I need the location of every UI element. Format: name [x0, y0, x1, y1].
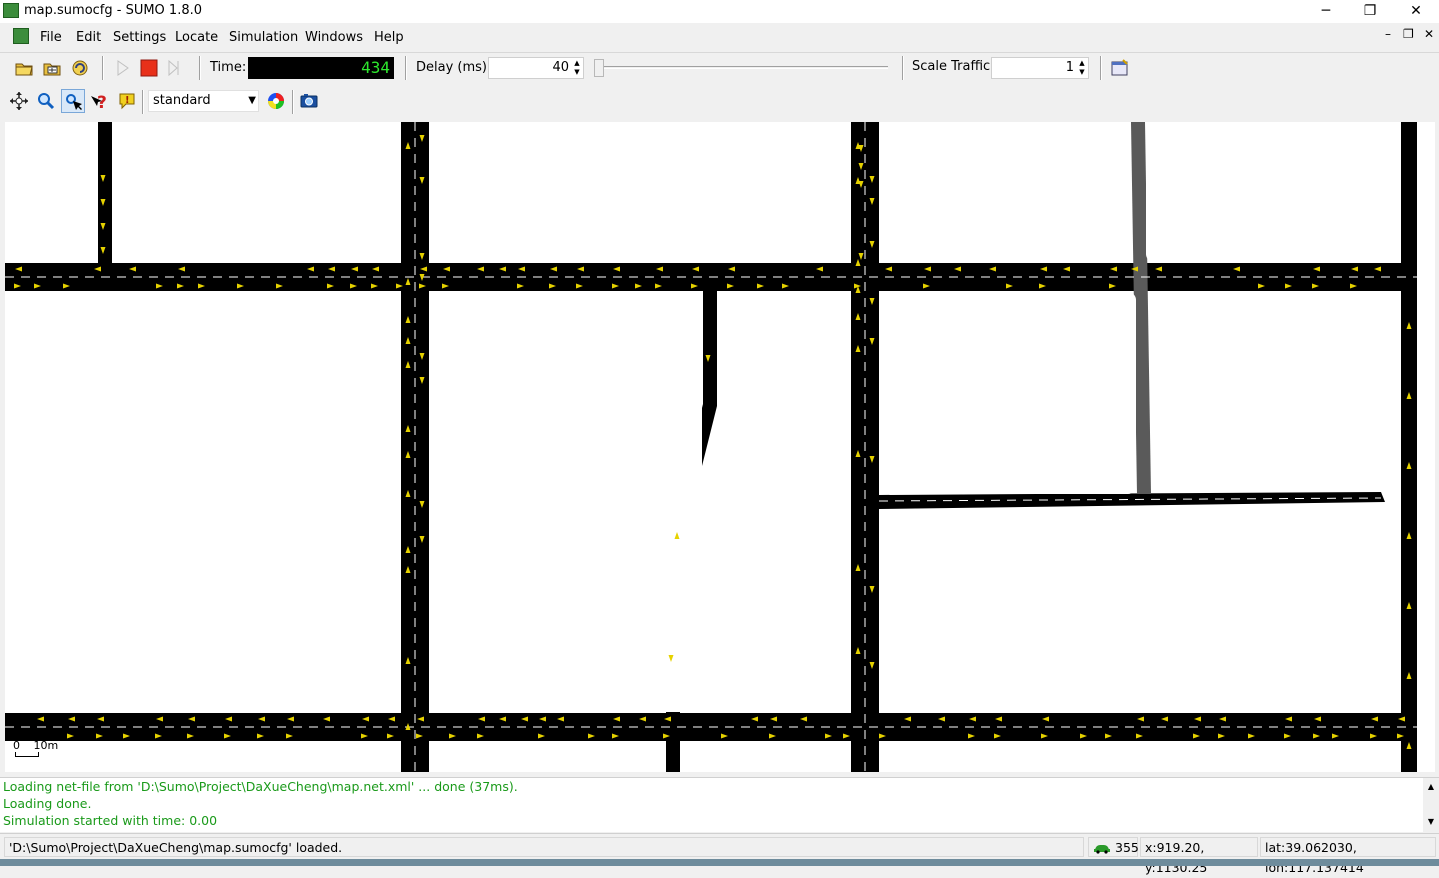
- open-folder-icon[interactable]: [13, 57, 35, 79]
- screenshot-icon[interactable]: [298, 90, 320, 112]
- log-line: Loading done.: [3, 796, 92, 811]
- vehicle-count-cell: 355: [1088, 837, 1139, 857]
- geo-coordinates: lat:39.062030, lon:117.137414: [1260, 837, 1436, 875]
- block: [880, 742, 1400, 772]
- time-label: Time:: [210, 60, 247, 75]
- close-button[interactable]: ✕: [1393, 0, 1439, 23]
- menu-windows[interactable]: Windows: [305, 30, 363, 45]
- log-line: Simulation started with time: 0.00: [3, 813, 218, 828]
- sumo-app-icon: [3, 3, 19, 18]
- delay-label: Delay (ms):: [416, 60, 492, 75]
- cursor-coordinates: x:919.20, y:1130.25: [1140, 837, 1258, 875]
- block: [113, 122, 400, 262]
- warning-icon[interactable]: !: [116, 90, 138, 112]
- spin-down-icon[interactable]: ▼: [573, 68, 581, 77]
- vehicle-count: 355: [1115, 840, 1139, 855]
- toolbar-separator: [1100, 56, 1102, 80]
- svg-text:!: !: [125, 95, 130, 106]
- simulation-canvas[interactable]: 0 10m: [5, 122, 1435, 772]
- toolbar-separator: [142, 90, 144, 114]
- scroll-up-icon[interactable]: ▲: [1423, 782, 1439, 791]
- view-toolbar: ? ! standard ▼: [0, 87, 1439, 117]
- recenter-icon[interactable]: [8, 90, 30, 112]
- chevron-down-icon[interactable]: ▼: [248, 91, 256, 111]
- taskbar-strip: [0, 859, 1439, 866]
- maximize-button[interactable]: ❐: [1347, 0, 1393, 23]
- menu-simulation[interactable]: Simulation: [229, 30, 298, 45]
- menu-locate[interactable]: Locate: [175, 30, 218, 45]
- toolbar-separator: [405, 56, 407, 80]
- log-scrollbar[interactable]: ▲ ▼: [1423, 778, 1439, 833]
- block: [1152, 292, 1400, 490]
- color-wheel-icon[interactable]: [265, 90, 287, 112]
- block: [881, 511, 1400, 711]
- block: [1146, 122, 1401, 262]
- reload-icon[interactable]: [69, 57, 91, 79]
- slider-thumb[interactable]: [594, 59, 604, 77]
- open-network-icon[interactable]: [41, 57, 63, 79]
- step-icon[interactable]: [164, 57, 186, 79]
- scale-traffic-label: Scale Traffic:: [912, 59, 995, 74]
- color-scheme-select[interactable]: standard ▼: [148, 90, 259, 112]
- toolbar-separator: [292, 90, 294, 114]
- road-vertical-west: [98, 122, 112, 263]
- road-east-block: [879, 492, 1385, 509]
- menu-settings[interactable]: Settings: [113, 30, 166, 45]
- time-display: 434: [248, 57, 394, 79]
- menu-help[interactable]: Help: [374, 30, 404, 45]
- block: [881, 292, 1136, 494]
- car-icon: [1094, 845, 1110, 854]
- window-title: map.sumocfg - SUMO 1.8.0: [24, 3, 203, 18]
- road-network: [5, 122, 1417, 772]
- status-message: 'D:\Sumo\Project\DaXueCheng\map.sumocfg'…: [4, 837, 1084, 857]
- menu-bar: File Edit Settings Locate Simulation Win…: [0, 24, 1439, 50]
- middle-blocks-layer: [430, 292, 850, 711]
- block: [5, 292, 400, 712]
- scale-traffic-spinner[interactable]: 1 ▲ ▼: [991, 57, 1089, 79]
- slider-track: [594, 66, 888, 69]
- delay-slider[interactable]: [590, 58, 892, 78]
- edit-chosen-icon[interactable]: [1109, 57, 1131, 79]
- mdi-close-button[interactable]: ✕: [1424, 27, 1434, 41]
- menu-file[interactable]: File: [40, 30, 62, 45]
- stop-icon[interactable]: [138, 57, 160, 79]
- delay-spinner[interactable]: 40 ▲ ▼: [488, 57, 584, 79]
- status-bar: 'D:\Sumo\Project\DaXueCheng\map.sumocfg'…: [0, 833, 1439, 875]
- block: [430, 742, 665, 772]
- toolbar-separator: [902, 56, 904, 80]
- scale-bar-line: [15, 752, 39, 757]
- scale-label-zero: 0: [13, 739, 20, 752]
- toolbar-separator: [199, 56, 201, 80]
- delay-value: 40: [552, 60, 569, 75]
- block: [5, 742, 400, 772]
- color-scheme-value: standard: [153, 93, 211, 108]
- scale-traffic-value: 1: [1065, 60, 1074, 75]
- svg-text:?: ?: [97, 93, 107, 112]
- spin-up-icon[interactable]: ▲: [1078, 59, 1086, 68]
- message-log[interactable]: Loading net-file from 'D:\Sumo\Project\D…: [0, 777, 1439, 833]
- toolbar-separator: [102, 56, 104, 80]
- spin-down-icon[interactable]: ▼: [1078, 68, 1086, 77]
- sumo-app-icon: [13, 28, 29, 44]
- road-middle-north: [703, 291, 717, 406]
- scroll-down-icon[interactable]: ▼: [1423, 817, 1439, 826]
- mdi-minimize-button[interactable]: –: [1385, 27, 1391, 41]
- block: [430, 292, 702, 711]
- menu-edit[interactable]: Edit: [76, 30, 101, 45]
- spin-up-icon[interactable]: ▲: [573, 59, 581, 68]
- block: [430, 122, 850, 262]
- title-bar: map.sumocfg - SUMO 1.8.0 ─ ❐ ✕: [0, 0, 1439, 23]
- main-toolbar: Time: 434 Delay (ms): 40 ▲ ▼ Scale Traff…: [0, 52, 1439, 82]
- zoom-icon[interactable]: [35, 90, 57, 112]
- scale-bar: 0 10m: [13, 739, 58, 757]
- block: [880, 122, 1130, 262]
- select-icon[interactable]: [61, 89, 85, 113]
- minimize-button[interactable]: ─: [1303, 0, 1349, 23]
- block: [681, 742, 850, 772]
- mdi-restore-button[interactable]: ❐: [1403, 27, 1414, 41]
- scale-label-ten: 10m: [33, 739, 59, 752]
- play-icon[interactable]: [111, 57, 133, 79]
- log-line: Loading net-file from 'D:\Sumo\Project\D…: [3, 779, 518, 794]
- help-query-icon[interactable]: ?: [89, 90, 111, 113]
